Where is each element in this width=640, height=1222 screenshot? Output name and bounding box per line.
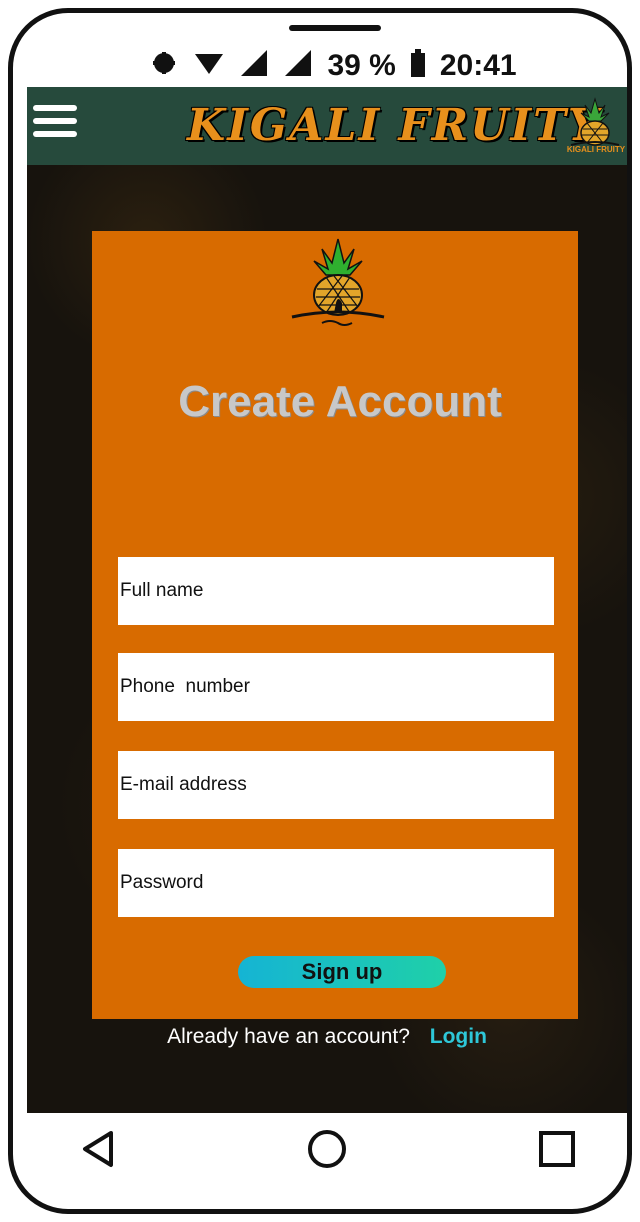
back-icon[interactable] [75,1125,123,1173]
pineapple-logo-icon [291,238,385,326]
battery-icon [410,48,426,84]
signup-card: Create Account Sign up [92,231,578,1019]
status-time: 20:41 [439,49,517,82]
menu-button[interactable] [33,105,77,141]
phone-speaker [289,25,381,31]
hamburger-line [33,118,77,124]
password-input[interactable] [118,849,554,917]
recents-icon[interactable] [533,1125,581,1173]
login-row: Already have an account? Login [27,1025,627,1049]
page-title: Create Account [178,377,502,426]
hamburger-icon [33,105,77,111]
wifi-icon [193,48,225,84]
system-nav-bar [13,1113,627,1183]
signal-icon [283,48,313,84]
notification-icon [149,48,179,84]
battery-percent: 39 % [327,49,396,82]
email-input[interactable] [118,751,554,819]
home-icon[interactable] [303,1125,351,1173]
brand-title: KIGALI FRUITY [187,100,602,151]
signal-icon [239,48,269,84]
login-prompt: Already have an account? [167,1025,410,1048]
phone-number-input[interactable] [118,653,554,721]
app-header: KIGALI FRUITY KIGALI FRUITY [27,87,627,165]
sign-up-button[interactable]: Sign up [238,956,446,988]
header-logo-text: KIGALI FRUITY [566,145,626,154]
phone-frame: 39 % 20:41 KIGALI FRUITY KIGALI FRUITY C… [8,8,632,1214]
status-bar: 39 % 20:41 [113,41,553,91]
full-name-input[interactable] [118,557,554,625]
hamburger-line [33,131,77,137]
app-screen: KIGALI FRUITY KIGALI FRUITY Create Accou… [27,87,627,1113]
login-link[interactable]: Login [430,1025,487,1048]
